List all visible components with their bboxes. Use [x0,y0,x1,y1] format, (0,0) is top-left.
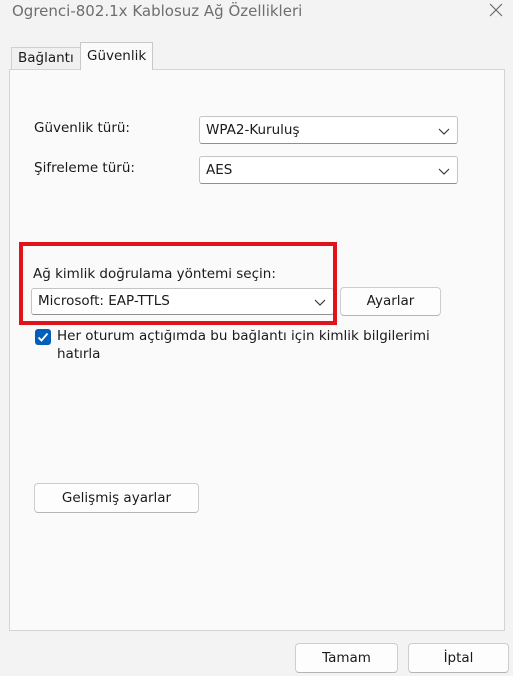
remember-credentials-line1: Her oturum açtığımda bu bağlantı için ki… [57,328,430,344]
ok-button[interactable]: Tamam [295,643,398,673]
encryption-type-label: Şifreleme türü: [34,160,135,176]
auth-method-value: Microsoft: EAP-TTLS [38,293,170,309]
remember-credentials-checkbox[interactable] [35,329,51,345]
remember-credentials-line2: hatırla [57,346,101,362]
tab-connection[interactable]: Bağlantı [11,47,81,70]
auth-method-label: Ağ kimlik doğrulama yöntemi seçin: [33,266,276,282]
security-type-label: Güvenlik türü: [34,120,130,136]
cancel-button[interactable]: İptal [408,643,509,673]
close-icon [489,3,503,17]
tab-connection-label: Bağlantı [18,50,74,66]
chevron-down-icon [438,128,450,135]
properties-dialog: Ogrenci-802.1x Kablosuz Ağ Özellikleri B… [0,0,513,676]
security-type-value: WPA2-Kuruluş [206,122,300,138]
checkmark-icon [37,332,49,342]
auth-method-select[interactable]: Microsoft: EAP-TTLS [31,288,334,315]
title-bar: Ogrenci-802.1x Kablosuz Ağ Özellikleri [0,0,513,30]
remember-credentials-label[interactable]: Her oturum açtığımda bu bağlantı için ki… [57,327,457,363]
encryption-type-value: AES [206,162,233,178]
chevron-down-icon [314,299,326,306]
window-title: Ogrenci-802.1x Kablosuz Ağ Özellikleri [12,2,303,20]
auth-settings-button[interactable]: Ayarlar [340,287,441,316]
chevron-down-icon [438,168,450,175]
security-type-select[interactable]: WPA2-Kuruluş [199,116,458,144]
advanced-settings-button[interactable]: Gelişmiş ayarlar [34,483,199,513]
encryption-type-select[interactable]: AES [199,156,458,184]
close-button[interactable] [479,0,513,26]
tab-security-label: Güvenlik [87,48,147,64]
tab-security[interactable]: Güvenlik [80,42,154,70]
